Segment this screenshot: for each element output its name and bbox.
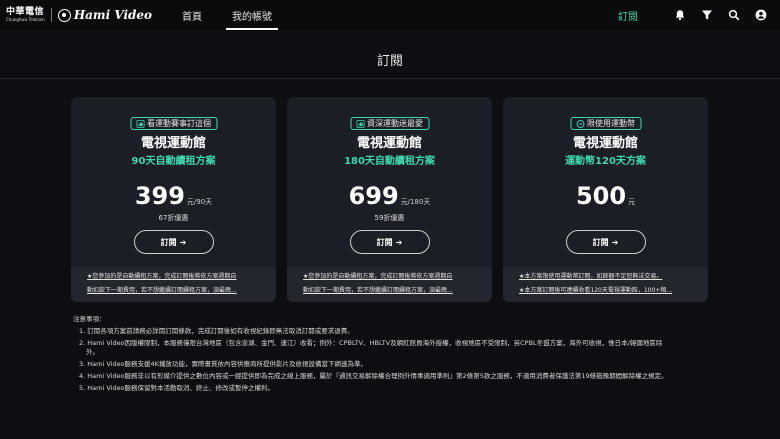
footnotes-heading: 注意事項： — [73, 315, 106, 323]
plan-notes[interactable]: ★您參加的是自動續租方案，完成訂閱後將依方案週期自 動扣款下一期費用，若不想繼續… — [71, 267, 276, 302]
chunghwa-logo: 中華電信 Chunghwa Telecom — [6, 8, 45, 22]
hami-video-logo: Hami Video — [57, 8, 153, 22]
plan-tag-text: 資深運動迷最愛 — [367, 119, 423, 128]
plan-subtitle: 90天自動續租方案 — [131, 156, 216, 167]
brand-divider — [50, 8, 52, 22]
subscribe-button-label: 訂閱 — [376, 237, 393, 247]
plan-note: ★您參加的是自動續租方案，完成訂閱後將依方案週期自 — [303, 273, 453, 280]
bell-icon[interactable] — [673, 8, 687, 22]
plan-tag-text: 限使用運動幣 — [587, 119, 635, 128]
plan-price: 699 — [348, 182, 399, 210]
minus-circle-icon — [576, 119, 584, 128]
plan-discount: 67折優惠 — [158, 214, 189, 222]
subscribe-link[interactable]: 訂閱 — [618, 8, 638, 23]
filter-icon[interactable] — [700, 8, 714, 22]
plan-note: ★本方案限使用運動幣訂閱，如餘額不足恕無法交易。 — [519, 273, 663, 280]
footnote-item: 4. Hami Video服務非以有形媒介提供之數位內容或一經提供即為完成之線上… — [73, 372, 733, 381]
plan-unit: 元/90天 — [186, 198, 213, 206]
footnote-item: 5. Hami Video服務保留對本活動取消、終止、修改或暫停之權利。 — [73, 384, 733, 393]
subscribe-button-label: 訂閱 — [592, 237, 609, 247]
footnote-text: 5. Hami Video服務保留對本活動取消、終止、修改或暫停之權利。 — [79, 384, 275, 392]
arrow-right-icon: ➔ — [179, 237, 187, 247]
plan-note: 動扣款下一期費用，若不想繼續訂閱續租方案，須最晚... — [303, 287, 453, 294]
thumbs-up-icon — [356, 119, 364, 128]
main-nav: 首頁 我的帳號 — [182, 0, 302, 30]
plan-tag: 限使用運動幣 — [570, 117, 641, 130]
plan-title: 電視運動館 — [140, 136, 206, 151]
plan-price: 399 — [134, 182, 185, 210]
footnote-text: 2. Hami Video因版權限制，本服務僅限台灣地區（包含澎湖、金門、連江）… — [79, 339, 663, 347]
price-row: 399 元/90天 — [71, 182, 276, 210]
thumbs-up-icon — [136, 119, 144, 128]
nav-my-account[interactable]: 我的帳號 — [226, 0, 279, 30]
subscribe-button[interactable]: 訂閱 ➔ — [565, 230, 646, 254]
plan-notes[interactable]: ★本方案限使用運動幣訂閱，如餘額不足恕無法交易。 ★本方案訂閱後可連續收看120… — [503, 267, 708, 302]
price-row: 699 元/180天 — [287, 182, 492, 210]
footnotes: 注意事項： 1. 訂閱各項方案前請務必詳閱訂閱條款，完成訂閱後如有收視紀錄即無法… — [73, 313, 733, 396]
plan-tag: 看運動賽事訂這個 — [130, 117, 217, 130]
plan-title: 電視運動館 — [356, 136, 422, 151]
subscribe-button[interactable]: 訂閱 ➔ — [349, 230, 430, 254]
brand-zh: 中華電信 — [6, 7, 45, 17]
arrow-right-icon: ➔ — [395, 237, 403, 247]
page-title: 訂閱 — [376, 54, 403, 69]
plan-discount: 59折優惠 — [374, 214, 405, 222]
plan-card-coin: 限使用運動幣 電視運動館 運動幣120天方案 500 元 訂閱 ➔ ★本方案限使… — [503, 97, 708, 302]
subscribe-button-label: 訂閱 — [160, 237, 177, 247]
footnote-item: 3. Hami Video服務支援4K播放功能，實際畫質依內容供應商所提供影片及… — [73, 360, 733, 369]
footnote-text: 3. Hami Video服務支援4K播放功能，實際畫質依內容供應商所提供影片及… — [79, 360, 367, 368]
plan-tag-text: 看運動賽事訂這個 — [147, 119, 211, 128]
plan-unit: 元/180天 — [400, 198, 431, 206]
brand-logo[interactable]: 中華電信 Chunghwa Telecom Hami Video — [6, 8, 152, 22]
plan-subtitle: 運動幣120天方案 — [565, 156, 646, 167]
plan-card-90: 看運動賽事訂這個 電視運動館 90天自動續租方案 399 元/90天 67折優惠… — [71, 97, 276, 302]
search-icon[interactable] — [727, 8, 741, 22]
header-tools: 訂閱 — [618, 0, 768, 30]
plan-note: ★本方案訂閱後可連續收看120天電視運動館，100+頻... — [519, 287, 673, 294]
plan-notes[interactable]: ★您參加的是自動續租方案，完成訂閱後將依方案週期自 動扣款下一期費用，若不想繼續… — [287, 267, 492, 302]
subscribe-button[interactable]: 訂閱 ➔ — [133, 230, 214, 254]
plan-card-180: 資深運動迷最愛 電視運動館 180天自動續租方案 699 元/180天 59折優… — [287, 97, 492, 302]
plan-note: 動扣款下一期費用，若不想繼續訂閱續租方案，須最晚... — [87, 287, 237, 294]
footnote-text: 1. 訂閱各項方案前請務必詳閱訂閱條款，完成訂閱後如有收視紀錄即無法取消訂閱或要… — [79, 327, 354, 335]
arrow-right-icon: ➔ — [611, 237, 619, 247]
footnote-item: 1. 訂閱各項方案前請務必詳閱訂閱條款，完成訂閱後如有收視紀錄即無法取消訂閱或要… — [73, 327, 733, 336]
footnote-item: 2. Hami Video因版權限制，本服務僅限台灣地區（包含澎湖、金門、連江）… — [73, 339, 733, 357]
plan-title: 電視運動館 — [572, 136, 638, 151]
brand-en: Chunghwa Telecom — [6, 17, 45, 22]
plan-subtitle: 180天自動續租方案 — [344, 156, 435, 167]
plan-cards: 看運動賽事訂這個 電視運動館 90天自動續租方案 399 元/90天 67折優惠… — [71, 97, 708, 302]
plan-price: 500 — [575, 182, 627, 210]
plan-note: ★您參加的是自動續租方案，完成訂閱後將依方案週期自 — [87, 273, 237, 280]
plan-unit: 元 — [628, 198, 636, 206]
plan-tag: 資深運動迷最愛 — [350, 117, 429, 130]
footnote-text-cont: 外。 — [86, 348, 99, 356]
top-bar: 中華電信 Chunghwa Telecom Hami Video 首頁 我的帳號… — [0, 0, 780, 30]
title-divider — [0, 78, 780, 79]
footnote-text: 4. Hami Video服務非以有形媒介提供之數位內容或一經提供即為完成之線上… — [79, 372, 668, 380]
nav-home[interactable]: 首頁 — [182, 0, 202, 30]
user-icon[interactable] — [754, 8, 768, 22]
hami-logo-icon — [57, 8, 71, 22]
price-row: 500 元 — [503, 182, 708, 210]
app-name: Hami Video — [73, 8, 153, 22]
